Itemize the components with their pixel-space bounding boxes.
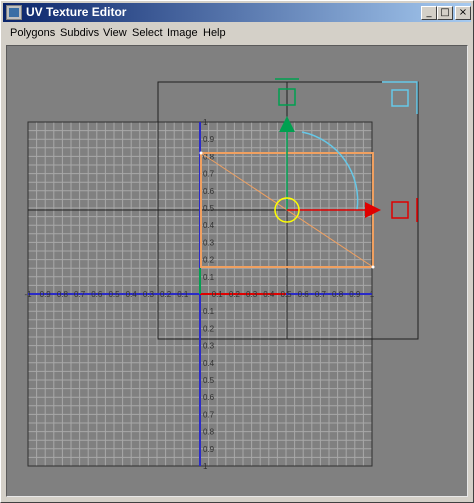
menu-image[interactable]: Image xyxy=(167,26,198,40)
menu-view[interactable]: View xyxy=(103,26,127,40)
tick-label: 0.5 xyxy=(108,290,120,299)
tick-label: 0.6 xyxy=(203,187,215,196)
uv-plane-corner xyxy=(382,81,418,114)
tick-label: 1 xyxy=(370,290,375,299)
tick-label: 0.4 xyxy=(263,290,275,299)
uv-point[interactable] xyxy=(199,151,203,155)
tick-label: 0.2 xyxy=(203,256,215,265)
tick-label: 0.2 xyxy=(160,290,172,299)
tick-label: 0.5 xyxy=(203,204,215,213)
tick-label: 0.8 xyxy=(57,290,69,299)
tick-label: 1 xyxy=(203,118,208,127)
uv-editor-viewport[interactable]: -1 0.9 0.8 0.7 0.6 0.5 0.4 0.3 0.2 0.1 0.1 0.2 0.3 0.… xyxy=(6,45,468,497)
menu-bar: Polygons Subdivs View Select Image Help xyxy=(3,24,471,42)
maximize-button[interactable]: □ xyxy=(437,6,453,20)
uv-point[interactable] xyxy=(371,265,375,269)
tick-label: 0.6 xyxy=(91,290,103,299)
tick-label: 0.2 xyxy=(229,290,241,299)
tick-label: 0.4 xyxy=(126,290,138,299)
tick-label: 0.9 xyxy=(203,445,215,454)
window-title: UV Texture Editor xyxy=(26,5,127,19)
menu-polygons[interactable]: Polygons xyxy=(10,26,55,40)
tick-label: 0.1 xyxy=(212,290,224,299)
tick-label: 0.7 xyxy=(203,170,215,179)
uv-canvas[interactable]: -1 0.9 0.8 0.7 0.6 0.5 0.4 0.3 0.2 0.1 0.1 0.2 0.3 0.… xyxy=(7,46,467,496)
close-button[interactable]: × xyxy=(455,6,471,20)
tick-label: 0.1 xyxy=(203,273,215,282)
red-square-handle-icon[interactable] xyxy=(391,201,409,219)
tick-label: 0.1 xyxy=(203,307,215,316)
tick-label: 0.1 xyxy=(177,290,189,299)
app-icon[interactable] xyxy=(6,5,22,20)
minimize-button[interactable]: _ xyxy=(421,6,437,20)
tick-label: 0.6 xyxy=(298,290,310,299)
menu-subdivs[interactable]: Subdivs xyxy=(60,26,99,40)
tick-label: 0.9 xyxy=(349,290,361,299)
tick-label: 0.3 xyxy=(246,290,258,299)
tick-label: 0.3 xyxy=(203,342,215,351)
tick-label: 0.7 xyxy=(315,290,327,299)
tick-label: 0.3 xyxy=(143,290,155,299)
tick-label: 0.7 xyxy=(203,410,215,419)
tick-label: 0.8 xyxy=(332,290,344,299)
tick-label: 0.4 xyxy=(203,359,215,368)
tick-label: 0.5 xyxy=(203,376,215,385)
tick-label: 0.8 xyxy=(203,428,215,437)
tick-label: 0.5 xyxy=(280,290,292,299)
menu-select[interactable]: Select xyxy=(132,26,163,40)
cyan-square-handle-icon[interactable] xyxy=(391,89,409,107)
menu-help[interactable]: Help xyxy=(203,26,226,40)
title-bar[interactable]: UV Texture Editor _ □ × xyxy=(3,3,471,22)
tick-label: 0.4 xyxy=(203,221,215,230)
tick-label: 0.2 xyxy=(203,324,215,333)
tick-label: 0.7 xyxy=(74,290,86,299)
uv-texture-editor-window: UV Texture Editor _ □ × Polygons Subdivs… xyxy=(0,0,474,503)
green-arrow-up-icon[interactable] xyxy=(279,116,295,132)
tick-label: 0.9 xyxy=(203,135,215,144)
tick-label: 1 xyxy=(203,462,208,471)
tick-label: 0.3 xyxy=(203,238,215,247)
tick-label: -1 xyxy=(24,290,32,299)
tick-label: 0.6 xyxy=(203,393,215,402)
rotate-arc[interactable] xyxy=(301,131,359,211)
tick-label: 0.9 xyxy=(40,290,52,299)
